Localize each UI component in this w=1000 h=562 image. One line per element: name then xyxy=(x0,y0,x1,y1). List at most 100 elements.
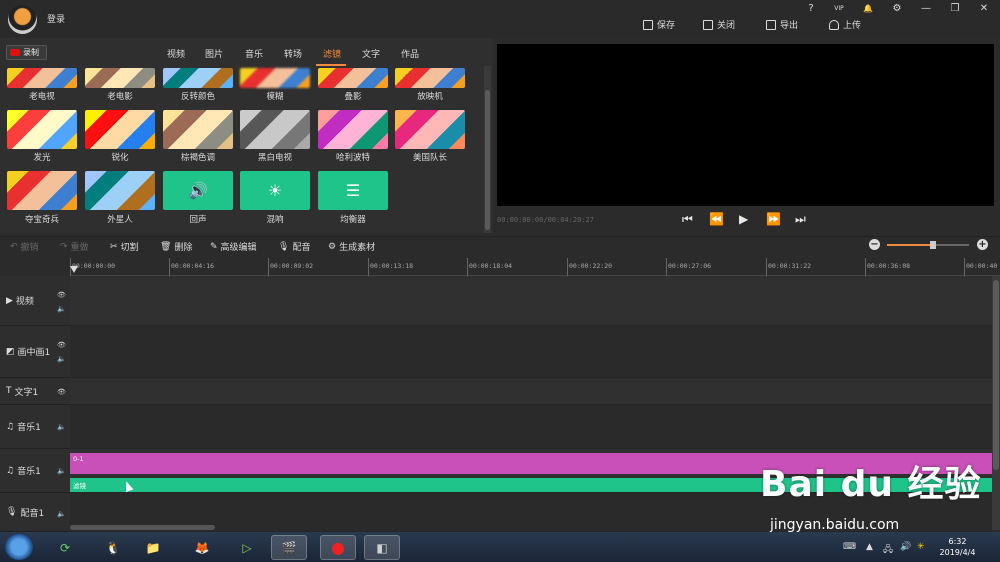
playhead[interactable] xyxy=(70,266,78,273)
filter-thumbnail[interactable]: 🔊 xyxy=(163,171,233,210)
start-button[interactable] xyxy=(5,534,33,560)
taskbar-app-media[interactable]: ▷ xyxy=(229,535,265,560)
redo-button[interactable]: ↷ 重做 xyxy=(60,240,89,254)
record-icon: ⬤ xyxy=(331,540,345,555)
microphone-icon: 🎙 xyxy=(278,241,290,252)
volume-icon[interactable]: 🔊 xyxy=(900,542,911,552)
filter-thumbnail[interactable] xyxy=(163,68,233,88)
track-text[interactable] xyxy=(70,378,994,405)
minimize-button[interactable]: — xyxy=(917,2,935,16)
prev-frame-icon[interactable]: ⏪ xyxy=(709,212,724,226)
save-button[interactable]: 保存 xyxy=(643,18,675,31)
eye-icon[interactable]: 👁 xyxy=(57,341,66,349)
weather-icon[interactable]: ✳ xyxy=(917,542,925,552)
network-icon[interactable]: 🖧 xyxy=(883,542,893,558)
ruler-label: 00:00:13:18 xyxy=(370,262,414,270)
undo-button[interactable]: ↶ 撤销 xyxy=(10,240,39,254)
app-logo[interactable] xyxy=(8,5,37,34)
redo-icon: ↷ xyxy=(60,241,68,252)
taskbar-app-qq[interactable]: 🐧 xyxy=(95,535,131,560)
help-icon[interactable]: ? xyxy=(802,2,820,16)
filter-thumbnail[interactable] xyxy=(240,110,310,149)
track-header-pip[interactable]: ◩ 画中画1 xyxy=(0,326,70,378)
cut-button[interactable]: ✂ 切割 xyxy=(110,240,139,254)
filter-thumbnail[interactable] xyxy=(395,68,465,88)
track-pip[interactable] xyxy=(70,326,994,378)
upload-button[interactable]: 上传 xyxy=(829,18,861,31)
tab-video[interactable]: 视频 xyxy=(167,47,185,60)
filter-thumbnail[interactable] xyxy=(240,68,310,88)
advanced-edit-button[interactable]: ✎ 高级编辑 xyxy=(210,240,257,254)
next-frame-icon[interactable]: ⏩ xyxy=(766,212,781,226)
eye-icon[interactable]: 👁 xyxy=(57,291,66,299)
bell-icon[interactable]: 🔔 xyxy=(859,2,877,16)
taskbar-app-editor[interactable]: 🎬 xyxy=(271,535,307,560)
speaker-icon[interactable]: 🔈 xyxy=(57,423,66,431)
speaker-icon[interactable]: 🔈 xyxy=(57,467,66,475)
ruler-label: 00:00:27:06 xyxy=(668,262,712,270)
close-project-button[interactable]: 关闭 xyxy=(703,18,735,31)
filter-thumbnail[interactable] xyxy=(85,68,155,88)
gear-icon[interactable]: ⚙ xyxy=(888,2,906,16)
track-header-video[interactable]: ▶ 视频 xyxy=(0,276,70,326)
video-preview[interactable] xyxy=(497,44,994,206)
skip-start-icon[interactable]: ⏮ xyxy=(682,212,693,227)
undo-icon: ↶ xyxy=(10,241,18,252)
firefox-icon: 🦊 xyxy=(194,540,210,555)
eye-icon[interactable]: 👁 xyxy=(57,388,66,396)
tab-text[interactable]: 文字 xyxy=(362,47,380,60)
tray-expand-icon[interactable]: ▲ xyxy=(866,542,873,552)
generate-material-button[interactable]: ⚙ 生成素材 xyxy=(328,240,375,254)
restore-button[interactable]: ❐ xyxy=(946,2,964,16)
taskbar-app-firefox[interactable]: 🦊 xyxy=(184,535,220,560)
delete-button[interactable]: 🗑 删除 xyxy=(160,240,192,254)
skip-end-icon[interactable]: ⏭ xyxy=(795,212,806,227)
speaker-icon[interactable]: 🔈 xyxy=(57,355,66,363)
window-close-button[interactable]: ✕ xyxy=(975,2,993,16)
export-button[interactable]: 导出 xyxy=(766,18,798,31)
vip-icon[interactable]: VIP xyxy=(830,2,848,16)
taskbar-app-refresh[interactable]: ⟳ xyxy=(47,535,83,560)
record-button[interactable]: 录制 xyxy=(6,45,47,60)
music-note-icon: ♫ xyxy=(6,421,15,432)
filter-label: 外星人 xyxy=(107,215,133,225)
tab-filter[interactable]: 滤镜 xyxy=(323,47,341,60)
tab-image[interactable]: 图片 xyxy=(205,47,223,60)
login-link[interactable]: 登录 xyxy=(47,12,65,25)
ruler-tick xyxy=(865,258,866,276)
filter-thumbnail[interactable] xyxy=(7,68,77,88)
play-icon[interactable]: ▶ xyxy=(739,212,748,226)
filter-thumbnail[interactable]: ☀ xyxy=(240,171,310,210)
dub-button[interactable]: 🎙 配音 xyxy=(278,240,310,254)
filter-thumbnail[interactable] xyxy=(85,110,155,149)
zoom-slider-handle[interactable] xyxy=(930,241,936,249)
filter-thumbnail[interactable] xyxy=(318,68,388,88)
filter-thumbnail[interactable] xyxy=(7,110,77,149)
taskbar-app-tool[interactable]: ◧ xyxy=(364,535,400,560)
tab-music[interactable]: 音乐 xyxy=(245,47,263,60)
keyboard-icon[interactable]: ⌨ xyxy=(843,542,856,552)
filter-label: 反转颜色 xyxy=(180,92,215,102)
filter-thumbnail[interactable] xyxy=(7,171,77,210)
zoom-in-button[interactable]: + xyxy=(977,239,988,250)
library-scrollbar-thumb[interactable] xyxy=(485,90,490,230)
ruler-label: 00:00:31:22 xyxy=(768,262,812,270)
taskbar-app-recorder[interactable]: ⬤ xyxy=(320,535,356,560)
filter-thumbnail[interactable]: ☰ xyxy=(318,171,388,210)
taskbar-app-explorer[interactable]: 📁 xyxy=(135,535,171,560)
timeline-vscroll-thumb[interactable] xyxy=(993,280,999,470)
filter-thumbnail[interactable] xyxy=(85,171,155,210)
speaker-icon[interactable]: 🔈 xyxy=(57,510,66,518)
tab-works[interactable]: 作品 xyxy=(401,47,419,60)
filter-thumbnail[interactable] xyxy=(163,110,233,149)
clock[interactable]: 6:32 2019/4/4 xyxy=(930,536,985,558)
track-music-1[interactable] xyxy=(70,405,994,449)
tab-transition[interactable]: 转场 xyxy=(284,47,302,60)
timeline-hscroll-thumb[interactable] xyxy=(70,525,215,530)
filter-thumbnail[interactable] xyxy=(318,110,388,149)
track-video[interactable] xyxy=(70,276,994,326)
record-icon xyxy=(10,49,20,56)
filter-thumbnail[interactable] xyxy=(395,110,465,149)
zoom-out-button[interactable]: − xyxy=(869,239,880,250)
speaker-icon[interactable]: 🔈 xyxy=(57,305,66,313)
